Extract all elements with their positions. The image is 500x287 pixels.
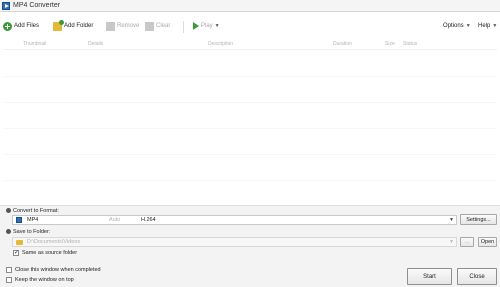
checkbox-box — [6, 267, 12, 273]
output-folder-path: D:\Documents\Videos — [27, 239, 81, 245]
save-folder-label: Save to Folder: — [6, 229, 50, 235]
checkbox-box — [13, 249, 19, 256]
column-header-status[interactable]: Status — [403, 41, 417, 47]
codec-value: H.264 — [141, 217, 156, 223]
chevron-down-icon: ▼ — [214, 23, 220, 29]
chevron-down-icon: ▼ — [449, 217, 454, 223]
app-icon — [2, 2, 10, 10]
play-icon — [193, 22, 199, 30]
help-menu[interactable]: Help ▼ — [478, 20, 497, 32]
row-divider — [3, 180, 497, 181]
chevron-down-icon: ▼ — [465, 23, 471, 29]
play-label: Play — [201, 23, 213, 29]
gear-icon — [6, 208, 11, 214]
chevron-down-icon: ▼ — [449, 239, 454, 245]
browse-button[interactable]: ... — [460, 237, 474, 247]
title-bar: MP4 Converter — [0, 0, 500, 12]
remove-label: Remove — [117, 23, 140, 29]
add-folder-button[interactable]: Add Folder — [53, 19, 94, 32]
close-button[interactable]: Close — [457, 268, 497, 285]
keep-on-top-checkbox[interactable]: Keep the window on top — [6, 277, 74, 283]
remove-icon — [106, 21, 115, 31]
toolbar-separator — [183, 21, 184, 33]
format-select[interactable]: MP4 Auto H.264 ▼ — [12, 215, 457, 225]
output-folder-select[interactable]: D:\Documents\Videos ▼ — [12, 237, 457, 247]
file-list-header: Thumbnail Details Description Duration S… — [3, 40, 497, 49]
column-header-duration[interactable]: Duration — [333, 41, 352, 47]
row-divider — [3, 76, 497, 77]
folder-icon — [16, 240, 23, 245]
clear-icon — [145, 21, 154, 31]
clear-button[interactable]: Clear — [145, 20, 170, 32]
column-header-thumbnail[interactable]: Thumbnail — [23, 41, 46, 47]
folder-icon — [6, 229, 11, 235]
convert-format-label: Convert to Format: — [6, 208, 59, 214]
add-folder-label: Add Folder — [64, 23, 94, 29]
start-button[interactable]: Start — [407, 268, 452, 285]
window-title: MP4 Converter — [13, 2, 61, 9]
settings-button[interactable]: Settings... — [460, 214, 497, 225]
format-value: MP4 — [27, 217, 39, 223]
close-when-completed-label: Close this window when completed — [15, 267, 101, 273]
row-divider — [3, 128, 497, 129]
output-settings-panel: Convert to Format: MP4 Auto H.264 ▼ Sett… — [0, 205, 500, 287]
open-folder-button[interactable]: Open — [478, 237, 497, 247]
remove-button[interactable]: Remove — [106, 20, 139, 32]
same-as-source-label: Same as source folder — [22, 250, 78, 256]
add-folder-icon — [53, 19, 64, 31]
add-files-button[interactable]: Add Files — [3, 20, 39, 32]
column-header-size[interactable]: Size — [385, 41, 395, 47]
options-menu[interactable]: Options ▼ — [443, 20, 471, 32]
row-divider — [3, 154, 497, 155]
chevron-down-icon: ▼ — [492, 23, 498, 29]
format-subtype-value: Auto — [109, 217, 121, 223]
help-label: Help — [478, 23, 491, 29]
add-icon — [3, 21, 12, 31]
add-files-label: Add Files — [14, 23, 40, 29]
clear-label: Clear — [156, 23, 171, 29]
mp4-format-icon — [16, 217, 22, 223]
file-list[interactable] — [3, 49, 497, 205]
keep-on-top-label: Keep the window on top — [15, 277, 74, 283]
toolbar: Add Files Add Folder Remove Clear Play ▼… — [0, 17, 500, 37]
row-divider — [3, 102, 497, 103]
close-when-completed-checkbox[interactable]: Close this window when completed — [6, 267, 101, 273]
checkbox-box — [6, 277, 12, 283]
column-header-details[interactable]: Details — [88, 41, 103, 47]
same-as-source-checkbox[interactable]: Same as source folder — [13, 249, 78, 256]
play-button[interactable]: Play ▼ — [193, 20, 220, 32]
column-header-description[interactable]: Description — [208, 41, 233, 47]
options-label: Options — [443, 23, 464, 29]
